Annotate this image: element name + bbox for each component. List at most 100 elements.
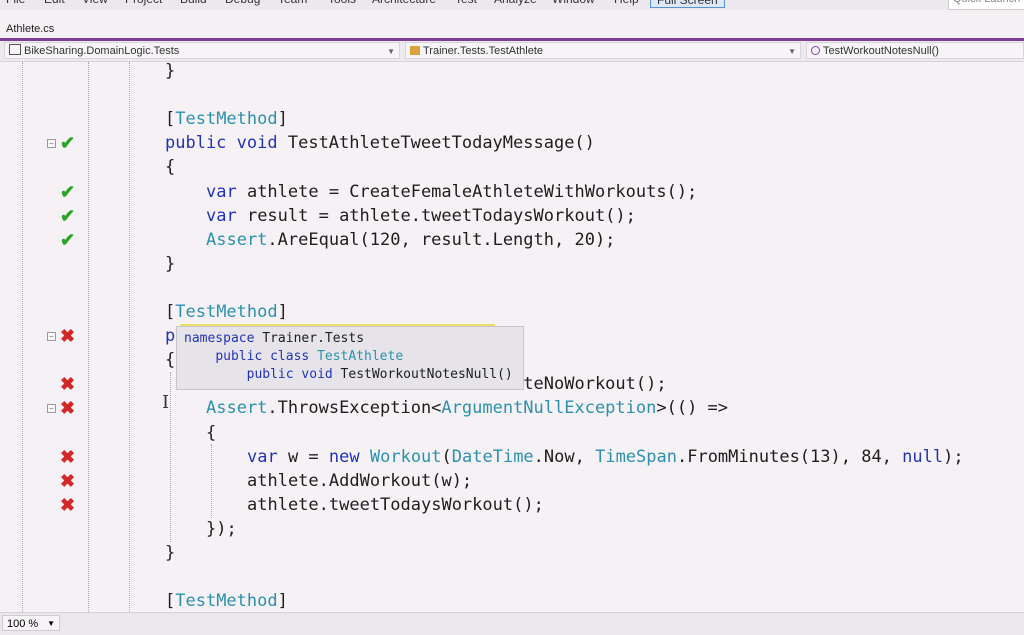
- menu-window[interactable]: Window: [552, 0, 595, 6]
- menu-analyze[interactable]: Analyze: [494, 0, 537, 6]
- full-screen-button[interactable]: Full Screen: [650, 0, 725, 8]
- tooltip-keyword: public class: [215, 349, 310, 364]
- test-passed-icon[interactable]: ✔: [60, 228, 75, 252]
- class-label: Trainer.Tests.TestAthlete: [423, 45, 544, 57]
- zoom-level: 100 %: [7, 618, 39, 630]
- tooltip-text: TestWorkoutNotesNull(): [332, 367, 513, 382]
- code-token: p: [165, 326, 176, 347]
- test-passed-icon[interactable]: ✔: [60, 204, 75, 228]
- code-token: {: [206, 422, 217, 443]
- code-token: TestMethod: [175, 302, 278, 322]
- guide-line: [129, 62, 130, 612]
- class-icon: [410, 46, 420, 55]
- code-token: }: [165, 61, 176, 81]
- menu-debug[interactable]: Debug: [225, 0, 260, 6]
- code-token: }: [165, 543, 176, 563]
- menu-build[interactable]: Build: [180, 0, 207, 6]
- tooltip-keyword: namespace: [184, 331, 255, 346]
- code-line: var w = new Workout(DateTime.Now, TimeSp…: [247, 445, 964, 469]
- code-line: [TestMethod]: [165, 107, 288, 131]
- menu-view[interactable]: View: [82, 0, 108, 6]
- code-token: [: [165, 591, 176, 612]
- code-token: DateTime: [451, 446, 534, 467]
- chevron-down-icon: ▼: [47, 619, 55, 628]
- code-line: }: [165, 59, 175, 83]
- tooltip-keyword: public void: [246, 367, 333, 382]
- navigation-bar: BikeSharing.DomainLogic.Tests ▼ Trainer.T…: [0, 41, 1024, 62]
- code-token: athlete.AddWorkout(w);: [247, 470, 473, 491]
- menu-help[interactable]: Help: [614, 0, 639, 6]
- menu-project[interactable]: Project: [125, 0, 162, 6]
- menu-edit[interactable]: Edit: [44, 0, 65, 6]
- menu-test[interactable]: Test: [455, 0, 477, 6]
- chevron-down-icon: ▼: [387, 47, 395, 56]
- menu-architecture[interactable]: Architecture: [372, 0, 436, 6]
- code-token: });: [206, 518, 237, 539]
- menu-team[interactable]: Team: [278, 0, 307, 6]
- code-token: .AreEqual(120, result.Length, 20);: [267, 229, 616, 250]
- csharp-project-icon: [9, 44, 21, 55]
- code-token: TestAthleteTweetTodayMessage(): [277, 133, 595, 154]
- code-line: Assert.ThrowsException<ArgumentNullExcep…: [206, 396, 728, 420]
- code-token: new: [328, 446, 360, 467]
- tooltip-text: TestAthlete: [317, 349, 404, 364]
- test-failed-icon[interactable]: ✖: [60, 324, 75, 348]
- code-line: [TestMethod]: [165, 589, 288, 613]
- member-label: TestWorkoutNotesNull(): [823, 45, 939, 57]
- test-passed-icon[interactable]: ✔: [60, 131, 75, 155]
- code-token: >(() =>: [656, 398, 729, 419]
- quick-launch-input[interactable]: Quick Launch: [948, 0, 1024, 10]
- class-dropdown[interactable]: Trainer.Tests.TestAthlete ▼: [405, 42, 801, 59]
- test-failed-icon[interactable]: ✖: [60, 493, 75, 517]
- code-token: {: [165, 157, 176, 178]
- code-line: public void TestAthleteTweetTodayMessage…: [165, 131, 595, 155]
- tab-label: Athlete.cs: [6, 23, 55, 35]
- test-failed-icon[interactable]: ✖: [60, 469, 75, 493]
- code-token: TestMethod: [175, 591, 278, 612]
- test-failed-icon[interactable]: ✖: [60, 445, 75, 469]
- guide-line: [170, 372, 171, 542]
- project-dropdown[interactable]: BikeSharing.DomainLogic.Tests ▼: [4, 42, 400, 59]
- code-token: );: [943, 446, 964, 467]
- code-token: TimeSpan: [595, 446, 677, 467]
- code-line: {: [165, 348, 175, 372]
- code-token: [: [165, 302, 176, 322]
- code-token: [: [165, 109, 176, 130]
- collapse-icon[interactable]: −: [47, 139, 56, 149]
- collapse-icon[interactable]: −: [47, 332, 56, 342]
- code-line: athlete.tweetTodaysWorkout();: [247, 493, 544, 517]
- code-line: {: [165, 155, 175, 179]
- code-token: Assert: [206, 398, 268, 419]
- code-line: var result = athlete.tweetTodaysWorkout(…: [206, 204, 636, 228]
- menu-tools[interactable]: Tools: [328, 0, 356, 6]
- code-editor[interactable]: } [TestMethod] public void TestAthleteTwee…: [0, 59, 1024, 613]
- document-tab[interactable]: Athlete.cs: [0, 20, 1024, 38]
- code-token: var: [206, 205, 237, 226]
- test-passed-icon[interactable]: ✔: [60, 180, 75, 204]
- collapse-icon[interactable]: −: [47, 404, 56, 414]
- tooltip-text: Trainer.Tests: [254, 331, 365, 346]
- code-token: TestMethod: [175, 109, 278, 130]
- test-failed-icon[interactable]: ✖: [60, 396, 75, 420]
- menu-bar: File Edit View Project Build Debug Team Tools Ar…: [0, 0, 1024, 10]
- code-line: Assert.AreEqual(120, result.Length, 20);: [206, 228, 615, 252]
- guide-line: [88, 62, 89, 612]
- code-token: {: [165, 350, 176, 371]
- code-token: void: [236, 133, 278, 154]
- menu-file[interactable]: File: [6, 0, 25, 6]
- test-failed-icon[interactable]: ✖: [60, 372, 75, 396]
- code-line: }: [165, 252, 175, 276]
- code-token: .ThrowsException<: [267, 398, 442, 419]
- zoom-dropdown[interactable]: 100 % ▼: [2, 615, 60, 631]
- quickinfo-tooltip: namespace Trainer.Tests public class Tes…: [176, 326, 524, 390]
- code-line: });: [206, 517, 237, 541]
- member-dropdown[interactable]: TestWorkoutNotesNull(): [806, 42, 1024, 59]
- guide-line: [22, 62, 23, 612]
- code-token: ]: [277, 591, 288, 612]
- code-line: p: [165, 324, 175, 348]
- code-token: Workout: [369, 446, 442, 467]
- project-label: BikeSharing.DomainLogic.Tests: [24, 45, 180, 57]
- code-token: athlete = CreateFemaleAthleteWithWorkout…: [236, 181, 698, 202]
